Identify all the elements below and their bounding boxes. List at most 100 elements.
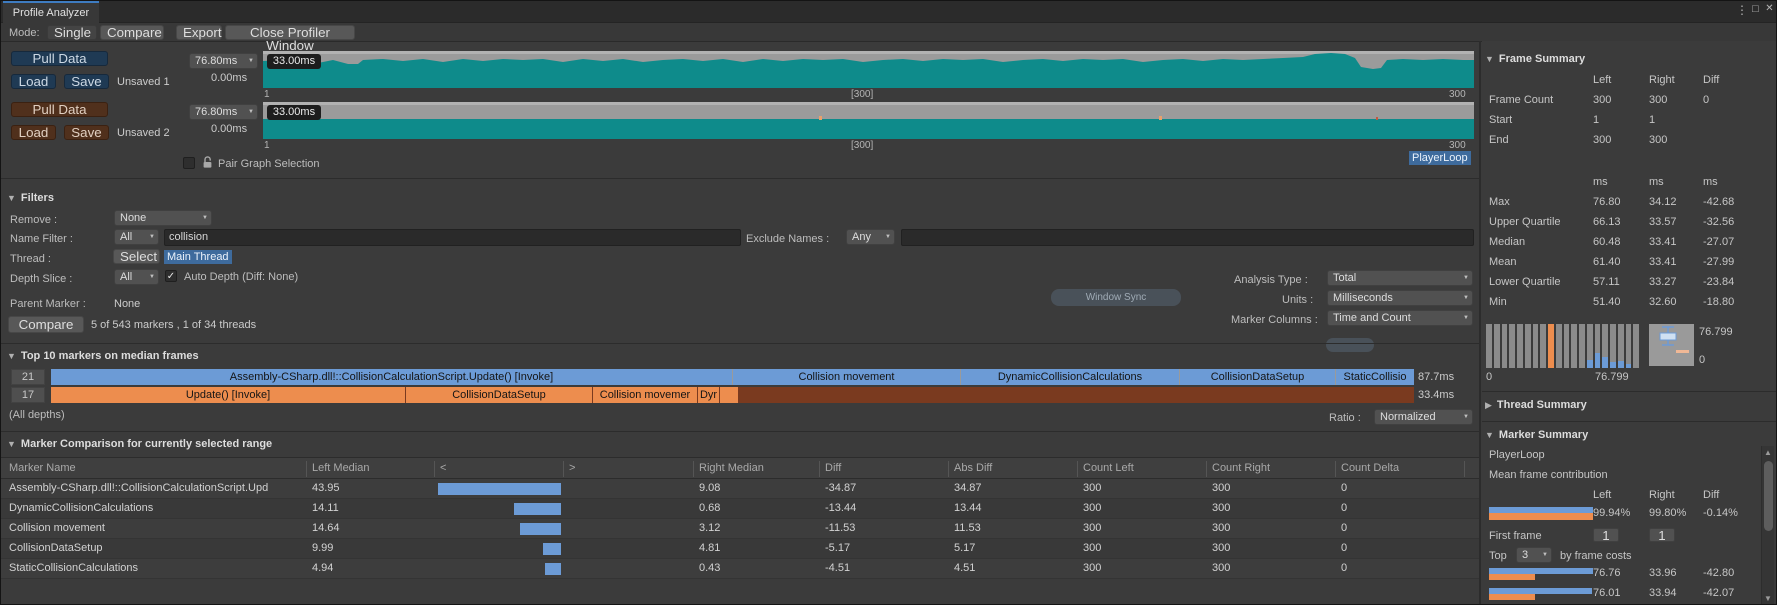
pull-data-left-button[interactable]: Pull Data: [11, 51, 108, 66]
frame-time-histogram[interactable]: [1486, 324, 1639, 368]
marker-segment[interactable]: Collision movemer: [593, 387, 697, 403]
table-row[interactable]: Collision movement 14.64 3.12 -11.53 11.53 30…: [1, 519, 1479, 539]
marker-segment[interactable]: StaticCollisio: [1336, 369, 1414, 385]
marker-segment[interactable]: Collision movement: [733, 369, 960, 385]
save-left-button[interactable]: Save: [64, 74, 109, 89]
contribution-bar-right: [1489, 513, 1593, 520]
scrollbar-thumb[interactable]: [1764, 461, 1773, 531]
auto-depth-checkbox[interactable]: ✓: [165, 270, 177, 282]
dropdown-arrow-icon: ▼: [1463, 295, 1469, 301]
column-header-right-bar[interactable]: >: [569, 462, 575, 474]
marker-segment[interactable]: Assembly-CSharp.dll!::CollisionCalculati…: [51, 369, 732, 385]
export-button[interactable]: Export: [176, 25, 222, 40]
top-label: Top: [1489, 550, 1507, 562]
column-header-count-delta[interactable]: Count Delta: [1341, 462, 1399, 474]
maximize-icon[interactable]: □: [1749, 3, 1762, 19]
histogram-bar: [1571, 324, 1577, 368]
frame-time-graph-left[interactable]: [263, 51, 1474, 88]
first-frame-right-button[interactable]: 1: [1649, 528, 1675, 542]
threshold-badge-left[interactable]: 33.00ms: [267, 54, 321, 69]
pull-data-right-button[interactable]: Pull Data: [11, 102, 108, 117]
stat-diff: -27.07: [1703, 236, 1735, 248]
histogram-bar: [1493, 324, 1500, 368]
table-row[interactable]: CollisionDataSetup 9.99 4.81 -5.17 5.17 300 30…: [1, 539, 1479, 559]
close-icon[interactable]: ✕: [1763, 3, 1776, 19]
marker-columns-dropdown[interactable]: Time and Count ▼: [1327, 310, 1473, 326]
tab-title: Profile Analyzer: [12, 7, 90, 19]
threshold-badge-right[interactable]: 33.00ms: [267, 105, 321, 120]
top10-section-header[interactable]: ▼ Top 10 markers on median frames: [7, 350, 199, 362]
filters-title: Filters: [20, 192, 54, 204]
mode-single-button[interactable]: Single: [47, 25, 97, 40]
cost-bar-right: [1489, 574, 1535, 580]
compare-button[interactable]: Compare: [8, 316, 84, 333]
axis-start-left: 1: [264, 89, 270, 100]
load-right-button[interactable]: Load: [11, 125, 56, 140]
ratio-dropdown[interactable]: Normalized ▼: [1374, 409, 1473, 425]
thread-select-button[interactable]: Select: [113, 249, 160, 264]
mode-compare-button[interactable]: Compare: [100, 25, 164, 40]
top10-right-bar[interactable]: Update() [Invoke] CollisionDataSetup Col…: [51, 387, 1414, 403]
menu-icon[interactable]: ⋮: [1736, 3, 1748, 19]
scroll-up-icon[interactable]: ▲: [1762, 448, 1774, 457]
frame-time-area-right: [263, 102, 1474, 139]
close-profiler-window-button[interactable]: Close Profiler Window: [225, 25, 355, 52]
marker-segment[interactable]: DynamicCollisionCalculations: [961, 369, 1179, 385]
thread-summary-header[interactable]: ▶ Thread Summary: [1485, 399, 1587, 411]
comparison-section-header[interactable]: ▼ Marker Comparison for currently selecte…: [7, 438, 272, 450]
exclude-names-input[interactable]: [901, 229, 1474, 246]
analysis-type-dropdown[interactable]: Total ▼: [1327, 270, 1473, 286]
scroll-down-icon[interactable]: ▼: [1762, 594, 1774, 603]
stat-right: 300: [1649, 94, 1668, 106]
first-frame-left-button[interactable]: 1: [1593, 528, 1619, 542]
marker-summary-header[interactable]: ▼ Marker Summary: [1485, 429, 1588, 441]
range-max-right-dropdown[interactable]: 76.80ms ▼: [189, 104, 258, 120]
marker-summary-scrollbar[interactable]: ▲ ▼: [1761, 446, 1774, 604]
column-header-diff[interactable]: Diff: [825, 462, 841, 474]
boxplot-widget[interactable]: [1649, 324, 1694, 366]
pair-graph-checkbox[interactable]: [183, 157, 195, 169]
marker-segment[interactable]: Update() [Invoke]: [51, 387, 405, 403]
filters-section-header[interactable]: ▼ Filters: [7, 192, 54, 204]
ms-col-diff: Diff: [1703, 489, 1720, 501]
column-header-right-median[interactable]: Right Median: [699, 462, 764, 474]
marker-segment[interactable]: CollisionDataSetup: [1180, 369, 1335, 385]
tab-profile-analyzer[interactable]: Profile Analyzer: [3, 1, 99, 23]
save-right-button[interactable]: Save: [64, 125, 109, 140]
column-header-count-left[interactable]: Count Left: [1083, 462, 1134, 474]
check-icon: ✓: [166, 271, 176, 282]
remove-dropdown[interactable]: None ▼: [114, 210, 212, 226]
column-header-marker-name[interactable]: Marker Name: [9, 462, 76, 474]
marker-segment[interactable]: Dyr: [698, 387, 719, 403]
stat-diff: ms: [1703, 176, 1718, 188]
table-row[interactable]: Assembly-CSharp.dll!::CollisionCalculati…: [1, 479, 1479, 499]
frame-time-graph-right[interactable]: [263, 102, 1474, 139]
top10-left-bar[interactable]: Assembly-CSharp.dll!::CollisionCalculati…: [51, 369, 1414, 385]
table-row[interactable]: StaticCollisionCalculations 4.94 0.43 -4.51…: [1, 559, 1479, 579]
cost-diff: -42.80: [1703, 567, 1735, 579]
dropdown-arrow-icon: ▼: [202, 215, 208, 221]
depth-slice-dropdown[interactable]: All ▼: [114, 269, 159, 285]
column-header-abs-diff[interactable]: Abs Diff: [954, 462, 992, 474]
units-dropdown[interactable]: Milliseconds ▼: [1327, 290, 1473, 306]
marker-segment[interactable]: [720, 387, 738, 403]
histogram-bar-right: [1586, 360, 1593, 368]
cell-abs-diff: 11.53: [954, 522, 981, 534]
table-row[interactable]: DynamicCollisionCalculations 14.11 0.68 -13…: [1, 499, 1479, 519]
thread-value[interactable]: Main Thread: [164, 250, 232, 264]
selected-marker-label[interactable]: PlayerLoop: [1409, 151, 1471, 165]
frame-summary-header[interactable]: ▼ Frame Summary: [1485, 53, 1585, 65]
lock-icon: [202, 156, 213, 169]
column-header-count-right[interactable]: Count Right: [1212, 462, 1270, 474]
column-header-left-bar[interactable]: <: [440, 462, 446, 474]
cell-count-left: 300: [1083, 522, 1102, 534]
top-count-dropdown[interactable]: 3 ▼: [1516, 547, 1552, 563]
column-header-left-median[interactable]: Left Median: [312, 462, 369, 474]
exclude-mode-dropdown[interactable]: Any ▼: [846, 229, 895, 245]
boxplot-glyph: [1659, 326, 1689, 353]
marker-segment[interactable]: CollisionDataSetup: [406, 387, 592, 403]
range-max-left-dropdown[interactable]: 76.80ms ▼: [189, 53, 258, 69]
name-filter-input[interactable]: collision: [164, 229, 741, 246]
name-filter-mode-dropdown[interactable]: All ▼: [114, 229, 159, 245]
load-left-button[interactable]: Load: [11, 74, 56, 89]
